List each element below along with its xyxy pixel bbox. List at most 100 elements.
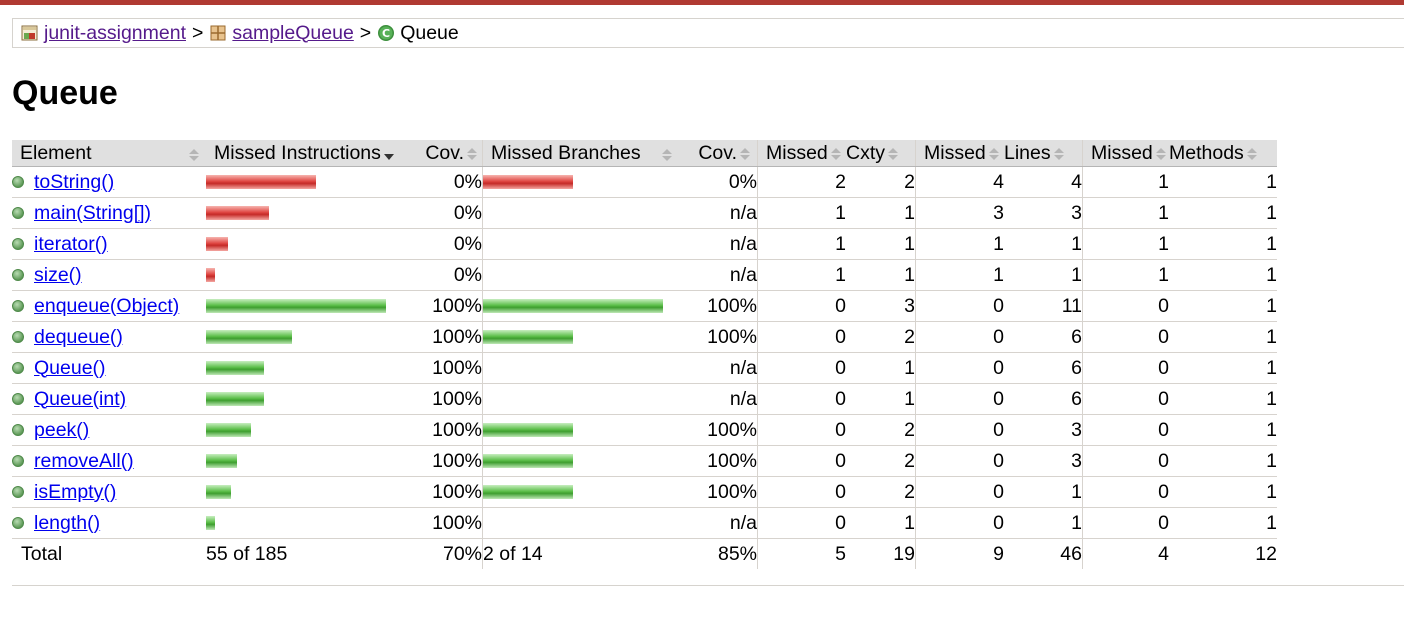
branches-bar-cell: [482, 197, 677, 229]
method-link[interactable]: enqueue(Object): [34, 295, 179, 317]
missed-lines: 1: [915, 259, 1004, 291]
sort-icon: [188, 146, 200, 162]
total-branches: 2 of 14: [482, 538, 677, 569]
top-accent-bar: [0, 0, 1404, 5]
total-instructions: 55 of 185: [206, 542, 288, 565]
missed-complexity: 2: [757, 166, 846, 198]
branch-coverage: 0%: [677, 166, 758, 198]
total-branch-coverage: 85%: [717, 542, 757, 565]
instructions-bar-cell: [206, 352, 406, 384]
footer-divider: [12, 585, 1404, 586]
total-missed-lines: 9: [915, 538, 1004, 569]
missed-complexity: 1: [757, 228, 846, 260]
column-header-missed-lines[interactable]: Missed: [915, 140, 1004, 167]
method-link[interactable]: iterator(): [34, 233, 108, 255]
column-header-methods[interactable]: Methods: [1169, 140, 1277, 167]
total-label: Total: [21, 542, 63, 565]
method-icon: [12, 269, 24, 282]
column-header-missed-instructions[interactable]: Missed Instructions: [206, 140, 406, 167]
method-link[interactable]: removeAll(): [34, 450, 134, 472]
lines: 1: [1004, 476, 1083, 508]
method-icon: [12, 455, 24, 468]
method-link[interactable]: length(): [34, 512, 100, 534]
branch-coverage: n/a: [677, 507, 758, 539]
branch-coverage: n/a: [677, 259, 758, 291]
sort-icon: [661, 146, 673, 162]
missed-methods: 0: [1082, 352, 1169, 384]
page-title: Queue: [12, 74, 118, 112]
column-header-missed-branches[interactable]: Missed Branches: [482, 140, 677, 167]
covered-instructions-bar: [206, 330, 292, 345]
breadcrumb-package-link[interactable]: sampleQueue: [232, 22, 353, 45]
missed-complexity: 0: [757, 321, 846, 353]
methods: 1: [1169, 259, 1277, 291]
instruction-coverage: 100%: [406, 414, 483, 446]
lines: 1: [1004, 507, 1083, 539]
instructions-bar-cell: [206, 290, 406, 322]
branches-bar-cell: [482, 290, 677, 322]
missed-complexity: 1: [757, 259, 846, 291]
element-cell: main(String[]): [12, 197, 206, 229]
total-lines: 46: [1060, 542, 1082, 565]
method-link[interactable]: toString(): [34, 171, 114, 193]
column-header-complexity[interactable]: Cxty: [846, 140, 916, 167]
method-link[interactable]: isEmpty(): [34, 481, 116, 503]
column-header-lines[interactable]: Lines: [1004, 140, 1083, 167]
element-cell: enqueue(Object): [12, 290, 206, 322]
branches-bar-cell: [482, 476, 677, 508]
branches-bar-cell: [482, 228, 677, 260]
breadcrumb: junit-assignment > sampleQueue > C Queue: [12, 18, 1404, 48]
branch-coverage: 100%: [677, 476, 758, 508]
complexity: 2: [846, 321, 916, 353]
element-cell: length(): [12, 507, 206, 539]
methods: 1: [1169, 383, 1277, 415]
missed-complexity: 0: [757, 414, 846, 446]
breadcrumb-project-link[interactable]: junit-assignment: [44, 22, 186, 45]
method-link[interactable]: Queue(int): [34, 388, 126, 410]
method-link[interactable]: Queue(): [34, 357, 106, 379]
covered-branches-bar: [483, 485, 573, 500]
instruction-coverage: 100%: [406, 476, 483, 508]
instruction-coverage: 0%: [406, 228, 483, 260]
methods: 1: [1169, 445, 1277, 477]
method-link[interactable]: dequeue(): [34, 326, 123, 348]
instruction-coverage: 0%: [406, 259, 483, 291]
method-link[interactable]: size(): [34, 264, 82, 286]
missed-instructions-bar: [206, 237, 228, 252]
column-header-instruction-coverage[interactable]: Cov.: [406, 140, 483, 167]
branches-bar-cell: [482, 414, 677, 446]
branch-coverage: 100%: [677, 414, 758, 446]
branch-coverage: 100%: [677, 290, 758, 322]
missed-lines: 0: [915, 476, 1004, 508]
sort-icon: [1053, 145, 1065, 161]
column-header-branch-coverage[interactable]: Cov.: [677, 140, 758, 167]
sort-icon: [739, 145, 751, 161]
sort-icon: [887, 145, 899, 161]
branches-bar-cell: [482, 259, 677, 291]
method-icon: [12, 176, 24, 189]
instruction-coverage: 100%: [406, 383, 483, 415]
missed-complexity: 0: [757, 445, 846, 477]
branch-coverage: n/a: [677, 197, 758, 229]
instruction-coverage: 100%: [406, 445, 483, 477]
column-header-missed-complexity[interactable]: Missed: [757, 140, 846, 167]
method-icon: [12, 517, 24, 530]
method-link[interactable]: peek(): [34, 419, 89, 441]
branches-bar-cell: [482, 352, 677, 384]
instructions-bar-cell: [206, 321, 406, 353]
covered-instructions-bar: [206, 485, 231, 500]
missed-methods: 0: [1082, 321, 1169, 353]
table-row: Queue(int) 100% n/a 0 1 0 6 0 1: [12, 383, 1277, 415]
covered-instructions-bar: [206, 299, 386, 314]
method-icon: [12, 238, 24, 251]
complexity: 2: [846, 445, 916, 477]
column-header-element[interactable]: Element: [12, 140, 206, 167]
instruction-coverage: 0%: [406, 166, 483, 198]
missed-methods: 1: [1082, 197, 1169, 229]
missed-methods: 0: [1082, 507, 1169, 539]
sort-icon: [988, 145, 1000, 161]
missed-methods: 1: [1082, 228, 1169, 260]
instruction-coverage: 100%: [406, 352, 483, 384]
method-link[interactable]: main(String[]): [34, 202, 151, 224]
column-header-missed-methods[interactable]: Missed: [1082, 140, 1169, 167]
